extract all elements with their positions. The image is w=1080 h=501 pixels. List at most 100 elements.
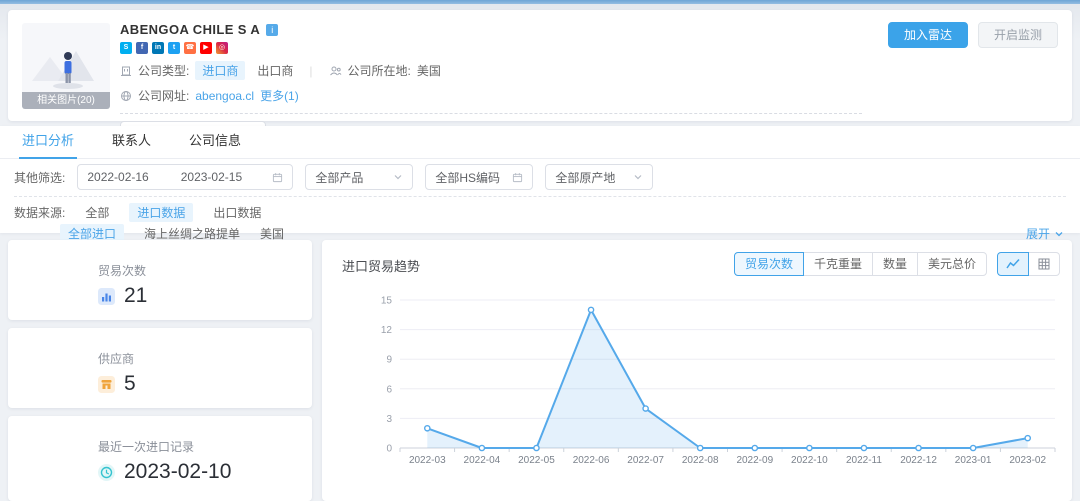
chart-x-label: 2023-01 [955, 455, 992, 466]
chart-controls: 贸易次数 千克重量 数量 美元总价 [734, 252, 1060, 276]
header-actions: 加入雷达 开启监测 [888, 22, 1058, 48]
chart-point[interactable] [425, 426, 430, 431]
stat-value: 21 [124, 284, 147, 308]
chart-x-label: 2022-06 [573, 455, 610, 466]
stat-label: 贸易次数 [8, 240, 312, 279]
chart-point[interactable] [479, 445, 484, 450]
chart-point[interactable] [916, 445, 921, 450]
other-filters-label: 其他筛选: [14, 169, 65, 186]
source-option-import[interactable]: 进口数据 [129, 203, 193, 222]
chart-x-label: 2022-09 [736, 455, 773, 466]
chart-x-label: 2022-11 [846, 455, 882, 466]
store-icon [98, 376, 115, 393]
instagram-icon[interactable]: ◎ [216, 42, 228, 54]
join-radar-button[interactable]: 加入雷达 [888, 22, 968, 48]
analysis-band: 进口分析 联系人 公司信息 其他筛选: 2022-02-16 2023-02-1… [0, 126, 1080, 233]
stat-value: 5 [124, 372, 136, 396]
company-header-card: 相关图片(20) ABENGOA CHILE S A i S f in t ☎ … [8, 10, 1072, 121]
stat-label: 最近一次进口记录 [8, 416, 312, 455]
filter-row: 其他筛选: 2022-02-16 2023-02-15 全部产品 全部HS编码 … [14, 164, 653, 190]
chart-point[interactable] [971, 445, 976, 450]
start-monitor-button[interactable]: 开启监测 [978, 22, 1058, 48]
type-importer-tag: 进口商 [195, 61, 245, 80]
tab-company-info[interactable]: 公司信息 [189, 126, 241, 158]
skype-icon[interactable]: S [120, 42, 132, 54]
hs-code-value: 全部HS编码 [435, 169, 500, 186]
product-select[interactable]: 全部产品 [305, 164, 413, 190]
website-link[interactable]: abengoa.cl [195, 89, 254, 103]
data-source-row: 数据来源: 全部 进口数据 出口数据 [14, 203, 261, 222]
phone-icon[interactable]: ☎ [184, 42, 196, 54]
clock-icon [98, 464, 115, 481]
chart-title: 进口贸易趋势 [342, 256, 420, 275]
top-accent-strip [0, 0, 1080, 4]
twitter-icon[interactable]: t [168, 42, 180, 54]
chart-x-label: 2022-12 [900, 455, 937, 466]
tab-contacts[interactable]: 联系人 [112, 126, 151, 158]
origin-select-value: 全部原产地 [555, 169, 615, 186]
chart-point[interactable] [752, 445, 757, 450]
chart-x-label: 2022-03 [409, 455, 446, 466]
info-badge-icon[interactable]: i [266, 24, 278, 36]
chart-point[interactable] [807, 445, 812, 450]
page: 相关图片(20) ABENGOA CHILE S A i S f in t ☎ … [0, 0, 1080, 501]
chart-x-label: 2022-08 [682, 455, 719, 466]
chart-x-label: 2022-10 [791, 455, 828, 466]
chart-y-tick-label: 12 [381, 325, 393, 336]
chart-y-tick-label: 3 [386, 414, 392, 425]
facebook-icon[interactable]: f [136, 42, 148, 54]
table-view-button[interactable] [1028, 252, 1060, 276]
type-exporter: 出口商 [257, 62, 293, 79]
related-images-label: 相关图片(20) [22, 92, 110, 109]
date-range-picker[interactable]: 2022-02-16 2023-02-15 [77, 164, 293, 190]
youtube-icon[interactable]: ▶ [200, 42, 212, 54]
social-icons-row: S f in t ☎ ▶ ◎ [120, 42, 862, 54]
location-value: 美国 [417, 62, 441, 79]
bar-chart-icon [98, 288, 115, 305]
stat-label: 供应商 [8, 328, 312, 367]
chart-y-tick-label: 0 [386, 444, 392, 455]
people-icon [329, 65, 342, 77]
metric-kg-weight-button[interactable]: 千克重量 [803, 252, 873, 276]
chart-point[interactable] [588, 307, 593, 312]
tab-import-analysis[interactable]: 进口分析 [22, 126, 74, 158]
metric-trade-count-button[interactable]: 贸易次数 [734, 252, 804, 276]
dotted-divider [120, 113, 862, 114]
chart-point[interactable] [698, 445, 703, 450]
chart-y-tick-label: 6 [386, 384, 392, 395]
chart-x-label: 2022-07 [627, 455, 664, 466]
data-source-label: 数据来源: [14, 204, 65, 221]
company-name: ABENGOA CHILE S A [120, 22, 260, 37]
product-select-value: 全部产品 [315, 169, 363, 186]
calendar-icon [512, 172, 523, 183]
chart-point[interactable] [643, 406, 648, 411]
source-option-all[interactable]: 全部 [85, 204, 109, 221]
stat-card-last-import: 最近一次进口记录 2023-02-10 [8, 416, 312, 501]
origin-select[interactable]: 全部原产地 [545, 164, 653, 190]
chart-x-label: 2022-04 [464, 455, 501, 466]
chart-y-tick-label: 9 [386, 355, 392, 366]
location-label: 公司所在地: [348, 62, 411, 79]
chart-point[interactable] [534, 445, 539, 450]
view-toggle-group [997, 252, 1060, 276]
linkedin-icon[interactable]: in [152, 42, 164, 54]
chart-x-label: 2022-05 [518, 455, 555, 466]
source-option-export[interactable]: 出口数据 [213, 204, 261, 221]
chart-point[interactable] [1025, 436, 1030, 441]
chart-x-label: 2023-02 [1009, 455, 1046, 466]
chevron-down-icon [393, 172, 403, 182]
trend-chart-canvas: 0 3 6 9 12 15 2022-03 2022-04 2022-05 2022-06 2022… [327, 288, 1067, 478]
globe-icon [120, 90, 132, 102]
metric-button-group: 贸易次数 千克重量 数量 美元总价 [734, 252, 987, 276]
line-chart-view-button[interactable] [997, 252, 1029, 276]
website-more-link[interactable]: 更多(1) [260, 87, 299, 104]
table-icon [1038, 258, 1050, 270]
metric-usd-total-button[interactable]: 美元总价 [917, 252, 987, 276]
company-photo[interactable]: 相关图片(20) [22, 23, 110, 109]
metric-quantity-button[interactable]: 数量 [872, 252, 918, 276]
date-start: 2022-02-16 [87, 170, 148, 184]
chart-point[interactable] [861, 445, 866, 450]
hs-code-select[interactable]: 全部HS编码 [425, 164, 533, 190]
chart-y-tick-label: 15 [381, 296, 393, 307]
trend-chart-card: 进口贸易趋势 贸易次数 千克重量 数量 美元总价 0 3 6 9 12 15 2022-03… [322, 240, 1072, 501]
